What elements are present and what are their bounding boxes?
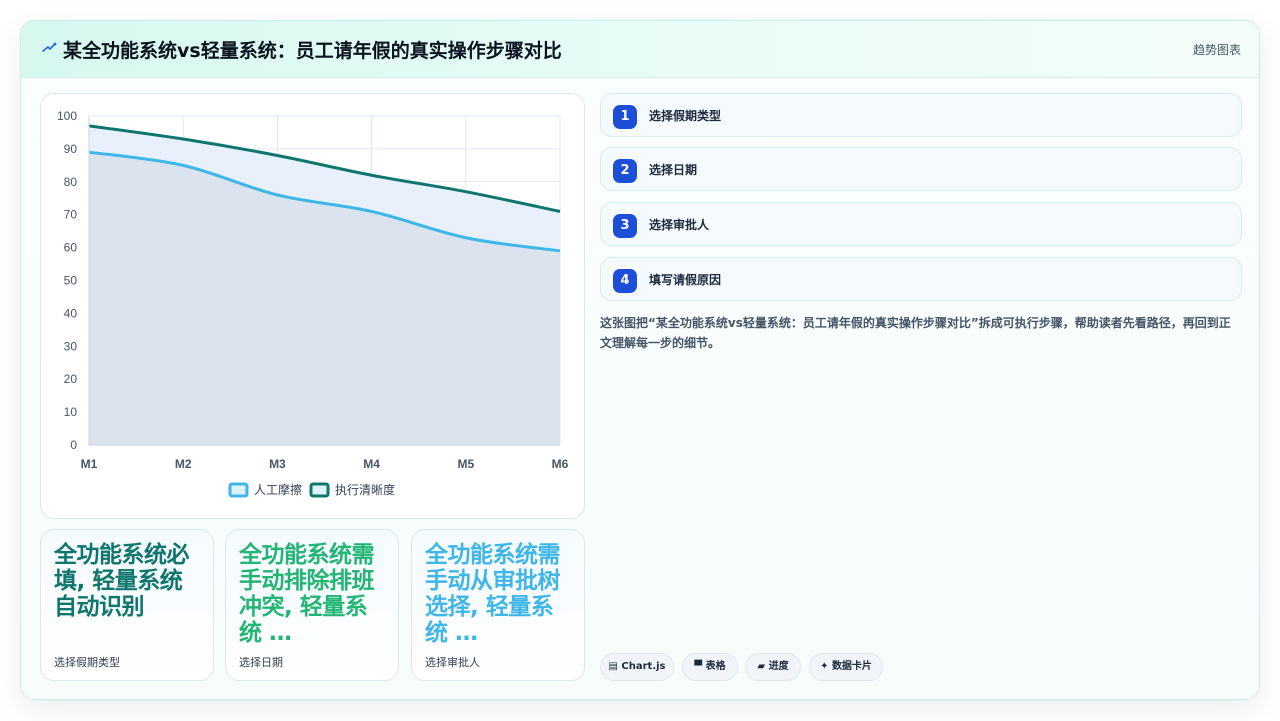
kpi-label: 选择假期类型 [54,656,120,669]
legend-swatch [228,482,249,498]
sparkle-icon [42,42,57,52]
legend-label: 人工摩擦 [254,482,302,497]
pill-label: 表格 [705,661,726,672]
table-icon: ▀ [694,661,703,672]
y-tick-label: 70 [64,208,78,222]
dashboard-card: 某全功能系统vs轻量系统：员工请年假的真实操作步骤对比 趋势图表 0 10 20 30… [20,20,1260,700]
pill-chartjs[interactable]: ▤ Chart.js [600,653,674,681]
x-tick-label: M4 [363,457,380,471]
trend-chart: 0 10 20 30 40 50 60 70 80 90 100 M1 M2 M3 M4 M5 M6 人工摩擦 执行… [57,109,569,498]
step-number: 4 [613,269,637,293]
chart-description: 这张图把“某全功能系统vs轻量系统：员工请年假的真实操作步骤对比”拆成可执行步骤… [600,316,1231,350]
kpi-value: 全功能系统必填, 轻量系统 自动识别 [54,542,190,620]
y-tick-label: 50 [64,274,78,288]
x-tick-label: M2 [175,457,192,471]
kpi-value: 全功能系统需手动从审批树选择, 轻量系统 … [425,542,561,646]
chart-icon: ▤ [608,661,618,672]
chart-panel: 0 10 20 30 40 50 60 70 80 90 100 M1 M2 M3 M4 M5 M6 人工摩擦 执行… [40,93,585,519]
pill-label: 进度 [768,661,789,672]
step-label: 选择日期 [649,163,698,177]
x-tick-label: M3 [269,457,286,471]
legend-label: 执行清晰度 [335,482,395,497]
step-number: 2 [613,159,637,183]
y-tick-label: 0 [70,438,77,452]
pill-table[interactable]: ▀ 表格 [682,653,738,681]
step-item-4[interactable]: 4 填写请假原因 [600,257,1242,301]
y-tick-label: 90 [64,142,78,156]
y-tick-label: 100 [57,109,77,123]
step-label: 选择审批人 [649,218,710,232]
progress-icon: ▰ [757,661,766,672]
x-tick-label: M5 [457,457,474,471]
legend-swatch [309,482,330,498]
page-title: 某全功能系统vs轻量系统：员工请年假的真实操作步骤对比 [63,40,562,62]
kpi-label: 选择日期 [239,656,283,669]
step-label: 填写请假原因 [649,273,722,287]
card-icon: ✦ [820,661,829,672]
kpi-value: 全功能系统需手动排除排班冲突, 轻量系统 … [239,542,375,646]
pill-progress[interactable]: ▰ 进度 [745,653,801,681]
y-tick-label: 10 [64,405,78,419]
y-tick-label: 30 [64,339,78,353]
y-tick-label: 20 [64,372,78,386]
kpi-card-3: 全功能系统需手动从审批树选择, 轻量系统 … 选择审批人 [411,529,585,681]
kpi-card-2: 全功能系统需手动排除排班冲突, 轻量系统 … 选择日期 [225,529,399,681]
x-tick-label: M6 [552,457,569,471]
x-tick-label: M1 [81,457,98,471]
y-tick-label: 80 [64,175,78,189]
pill-label: 数据卡片 [831,661,872,672]
y-tick-label: 40 [64,306,78,320]
kpi-label: 选择审批人 [425,656,480,669]
step-item-3[interactable]: 3 选择审批人 [600,202,1242,246]
header: 某全功能系统vs轻量系统：员工请年假的真实操作步骤对比 趋势图表 [21,21,1259,78]
step-label: 选择假期类型 [649,109,722,123]
step-item-2[interactable]: 2 选择日期 [600,147,1242,191]
step-number: 1 [613,105,637,129]
kpi-card-1: 全功能系统必填, 轻量系统 自动识别 选择假期类型 [40,529,214,681]
pill-label: Chart.js [621,661,666,672]
step-item-1[interactable]: 1 选择假期类型 [600,93,1242,137]
step-number: 3 [613,214,637,238]
y-tick-label: 60 [64,241,78,255]
chart-tag: 趋势图表 [1192,43,1241,57]
pill-data-card[interactable]: ✦ 数据卡片 [809,653,883,681]
